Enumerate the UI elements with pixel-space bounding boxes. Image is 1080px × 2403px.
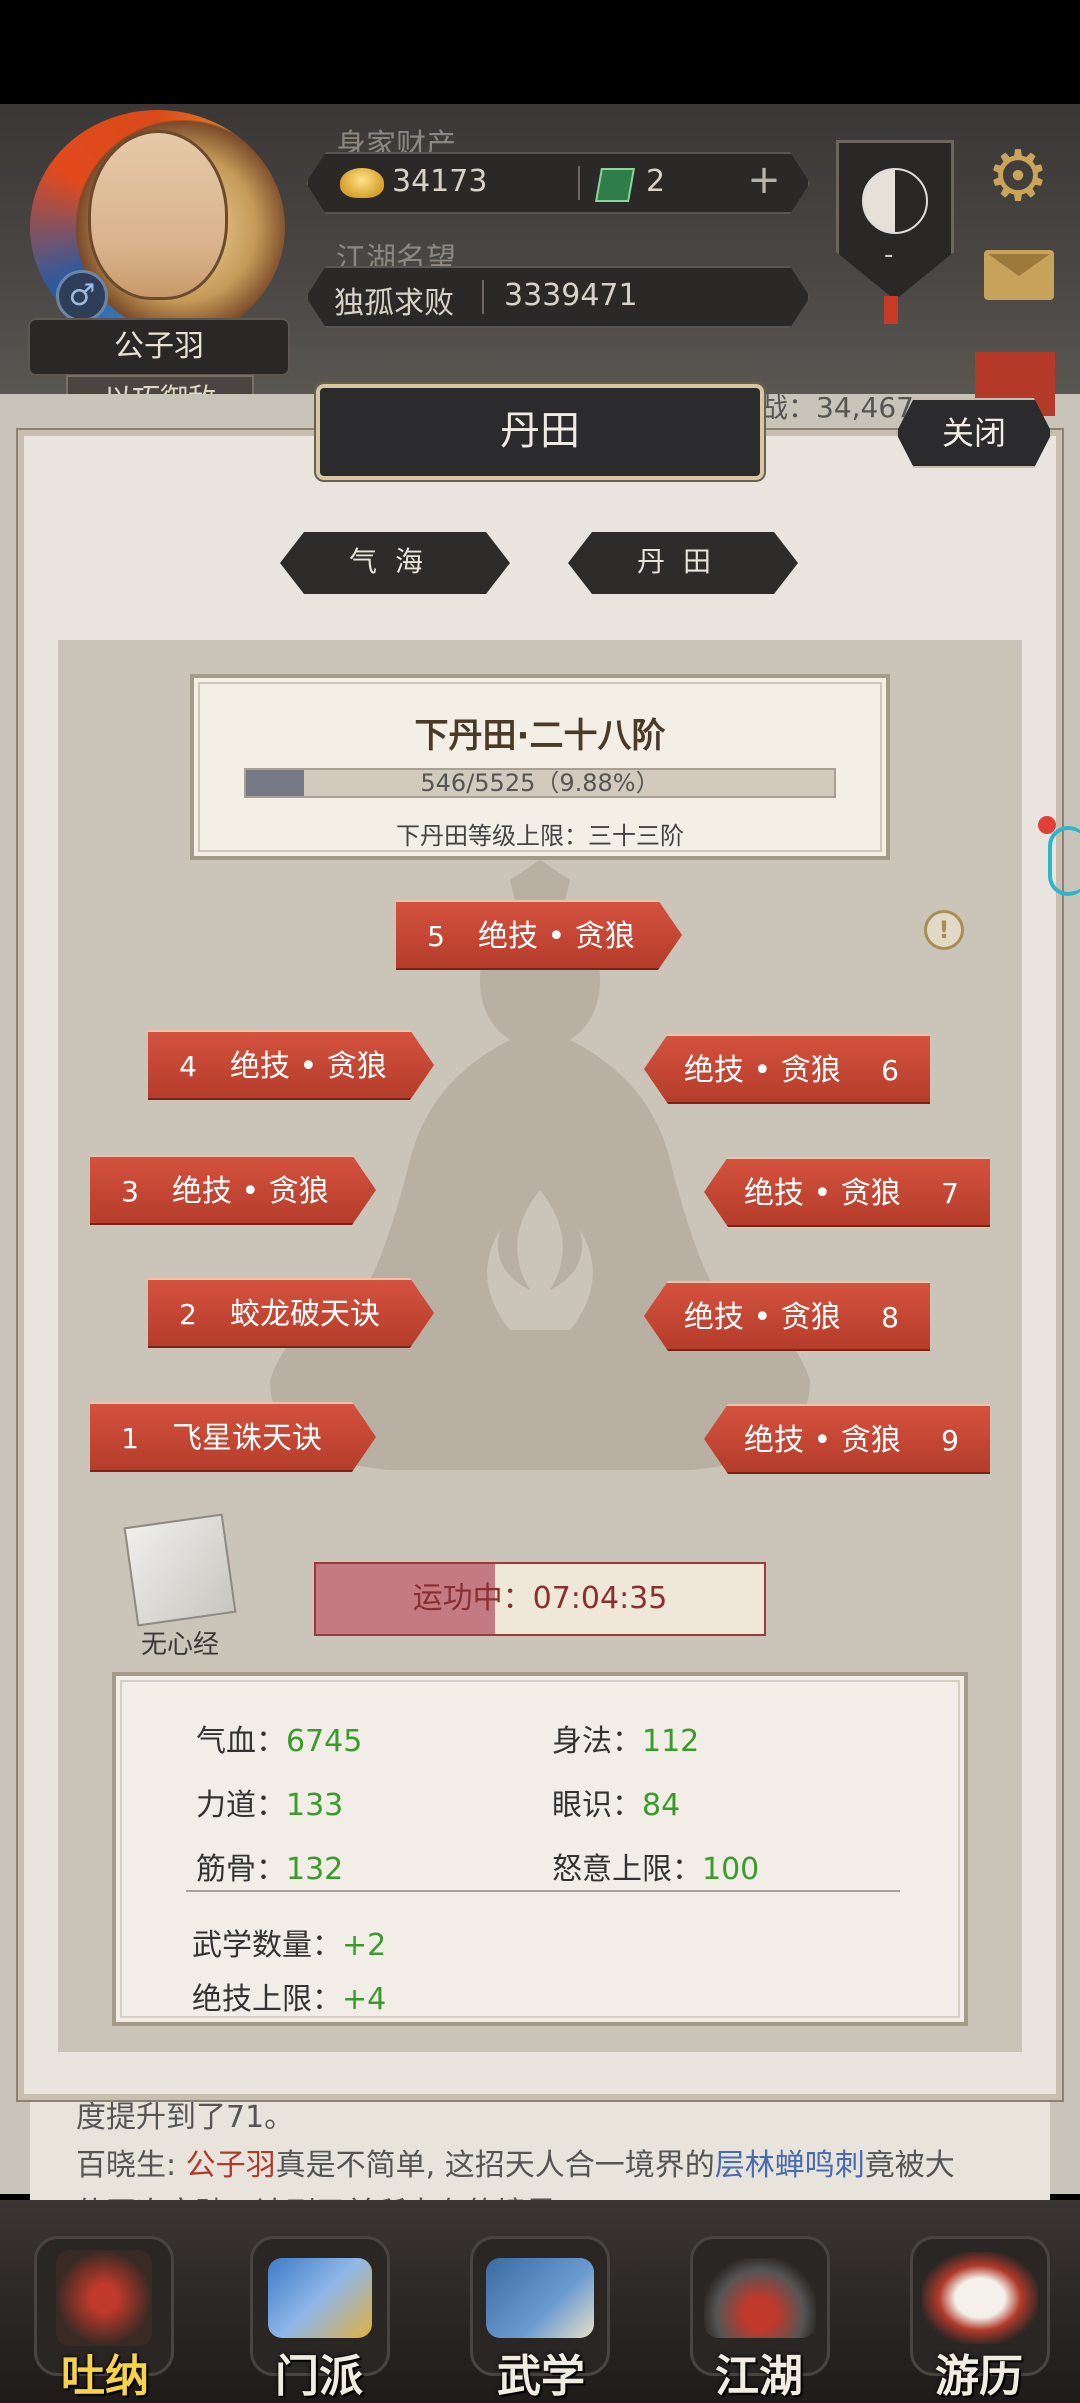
attr-nuyi: 怒意上限：100 [552, 1852, 760, 1887]
horse-icon [922, 2252, 1038, 2344]
skill-slot-4[interactable]: 4 绝技 • 贪狼 [148, 1030, 434, 1100]
bamboo-hat-icon [704, 2258, 816, 2338]
attr-lidao: 力道：133 [196, 1788, 344, 1823]
skill-slot-2[interactable]: 2 蛟龙破天诀 [148, 1278, 434, 1348]
book-label: 无心经 [140, 1630, 219, 1660]
log-player-name: 公子羽 [185, 2148, 276, 2183]
cultivation-timer: 运功中：07:04:35 [314, 1562, 766, 1636]
jade-amount: 2 [646, 164, 666, 199]
sect-flag-icon [268, 2258, 372, 2338]
book-icon[interactable] [123, 1513, 237, 1627]
skill-slot-9[interactable]: 绝技 • 贪狼 9 [704, 1404, 990, 1474]
tab-qihai[interactable]: 气海 [280, 532, 510, 594]
nav-label-youli: 游历 [935, 2351, 1023, 2402]
level-title: 下丹田·二十八阶 [414, 716, 666, 756]
side-floating-button[interactable] [1048, 826, 1080, 896]
nav-label-wuxue: 武学 [497, 2351, 585, 2402]
divider [186, 1890, 900, 1892]
skill-slot-8[interactable]: 绝技 • 贪狼 8 [644, 1281, 930, 1351]
nav-label-jianghu: 江湖 [715, 2351, 803, 2402]
skill-slot-3[interactable]: 3 绝技 • 贪狼 [90, 1155, 376, 1225]
dialog-title: 丹田 [314, 382, 766, 482]
reputation-title: 独孤求败 [334, 286, 454, 321]
level-cap-text: 下丹田等级上限：三十三阶 [396, 822, 684, 850]
attr-qixue: 气血：6745 [196, 1724, 363, 1759]
attr-wuxue: 武学数量：+2 [192, 1928, 387, 1963]
skill-slot-5[interactable]: 5 绝技 • 贪狼 [396, 900, 682, 970]
gold-ingot-icon [340, 168, 384, 198]
tab-dantian[interactable]: 丹田 [568, 532, 798, 594]
level-progress-bar: 546/5525（9.88%） [244, 768, 836, 798]
power-score: 战：34,467 [760, 391, 914, 424]
meditation-icon [56, 2250, 152, 2346]
nav-label-menpai: 门派 [275, 2351, 363, 2402]
jade-icon [595, 168, 635, 202]
male-gender-icon: ♂ [56, 270, 108, 322]
skill-slot-7[interactable]: 绝技 • 贪狼 7 [704, 1157, 990, 1227]
attr-yanshi: 眼识：84 [552, 1788, 681, 1823]
log-line: 百晓生: 公子羽真是不简单, 这招天人合一境界的层林蝉鸣刺竟被大 [76, 2148, 955, 2183]
reputation-value: 3339471 [504, 278, 638, 313]
close-button[interactable]: 关闭 [896, 398, 1052, 468]
avatar[interactable] [88, 130, 228, 300]
skill-slot-6[interactable]: 绝技 • 贪狼 6 [644, 1034, 930, 1104]
emblem-mark: - [884, 240, 894, 270]
log-skill-name: 层林蝉鸣刺 [714, 2148, 865, 2183]
skill-slot-1[interactable]: 1 飞星诛天诀 [90, 1402, 376, 1472]
nav-label-tuna: 吐纳 [61, 2351, 149, 2402]
scripture-icon [486, 2258, 594, 2338]
divider [578, 166, 580, 200]
taiji-icon [862, 168, 928, 234]
level-card: 下丹田·二十八阶 546/5525（9.88%） 下丹田等级上限：三十三阶 [190, 674, 890, 860]
status-bar [0, 0, 1080, 104]
add-currency-button[interactable]: + [742, 160, 786, 204]
gold-amount: 34173 [392, 164, 488, 199]
attr-jingu: 筋骨：132 [196, 1852, 344, 1887]
info-icon[interactable]: ! [924, 910, 964, 950]
divider [482, 280, 484, 314]
attr-shenfa: 身法：112 [552, 1724, 700, 1759]
player-name: 公子羽 [28, 318, 290, 376]
mail-icon[interactable] [984, 250, 1054, 300]
gear-icon[interactable]: ⚙ [982, 140, 1054, 212]
progress-text: 546/5525（9.88%） [420, 769, 660, 797]
tassel-decoration [884, 296, 898, 324]
timer-text: 运功中：07:04:35 [412, 1581, 668, 1616]
attribute-panel: 气血：6745 身法：112 力道：133 眼识：84 筋骨：132 怒意上限：… [112, 1672, 968, 2026]
attr-jiji: 绝技上限：+4 [192, 1982, 387, 2017]
